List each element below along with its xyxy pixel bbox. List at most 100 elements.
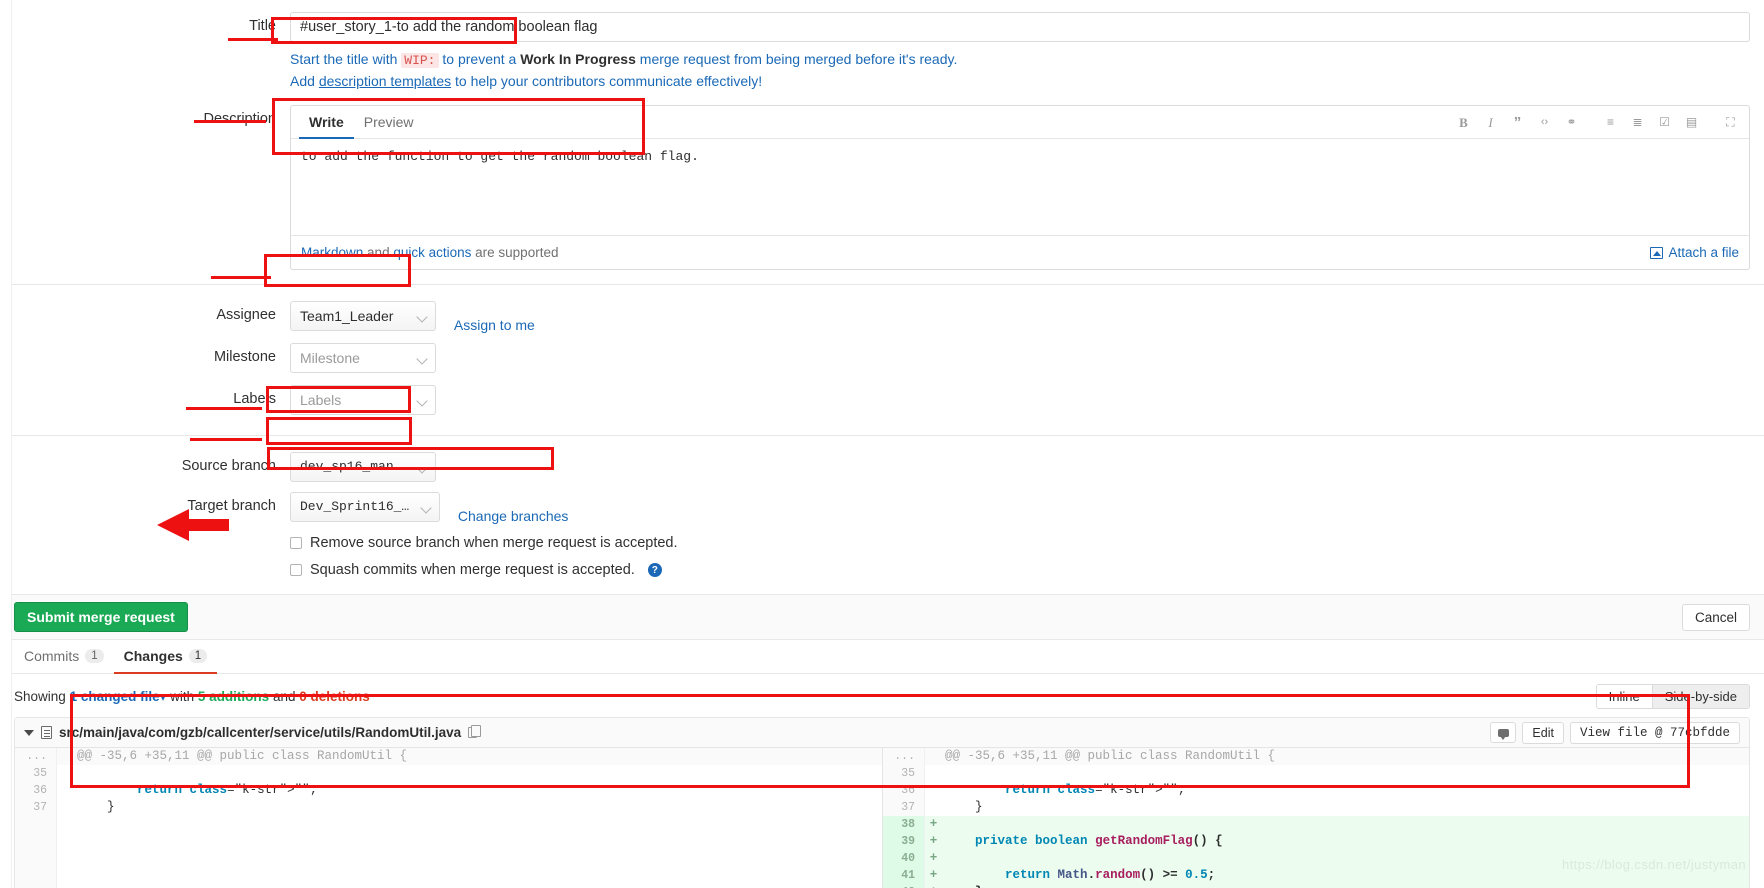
diff-line-sign xyxy=(57,850,74,867)
source-branch-select[interactable]: dev_sp16_man xyxy=(290,452,436,482)
labels-select[interactable]: Labels xyxy=(290,385,436,415)
squash-commits-spacer xyxy=(0,560,290,566)
diff-line[interactable]: 36 return class="k-str">""; xyxy=(15,782,882,799)
diff-line[interactable]: ... @@ -35,6 +35,11 @@ public class Rando… xyxy=(15,748,882,765)
description-row: Description Write Preview B I ” ‹› ⚭ ≡ ≣… xyxy=(0,105,1764,270)
deletions-count: 0 deletions xyxy=(299,688,370,704)
remove-source-branch-checkbox-row[interactable]: Remove source branch when merge request … xyxy=(290,533,1764,551)
tab-preview[interactable]: Preview xyxy=(354,106,424,139)
diff-line[interactable]: 36 return class="k-str">""; xyxy=(883,782,1749,799)
attach-file-icon xyxy=(1650,246,1664,259)
diff-line-number xyxy=(15,884,57,888)
milestone-select[interactable]: Milestone xyxy=(290,343,436,373)
annotation-underline-assignee xyxy=(211,276,271,279)
diff-line[interactable]: 35 xyxy=(15,765,882,782)
squash-commits-checkbox[interactable] xyxy=(290,564,302,576)
labels-value: Labels xyxy=(300,392,342,408)
diff-line-code: return class="k-str">""; xyxy=(1005,783,1186,797)
tab-write[interactable]: Write xyxy=(299,106,354,139)
code-icon[interactable]: ‹› xyxy=(1538,115,1551,129)
diff-line[interactable]: 40 + xyxy=(883,850,1749,867)
bulleted-list-icon[interactable]: ≡ xyxy=(1604,115,1617,129)
link-icon[interactable]: ⚭ xyxy=(1565,115,1578,129)
quick-actions-link[interactable]: quick actions xyxy=(393,245,471,260)
title-row: Title Start the title with WIP: to preve… xyxy=(0,0,1764,91)
diff-line-sign xyxy=(57,799,74,816)
diff-line[interactable]: 37 } xyxy=(15,799,882,816)
changed-file-caret[interactable]: ▾ xyxy=(160,689,167,704)
help-icon[interactable]: ? xyxy=(647,563,662,577)
diff-line[interactable]: 35 xyxy=(883,765,1749,782)
diff-line[interactable]: 41 + return Math.random() >= 0.5; xyxy=(883,867,1749,884)
assignee-select[interactable]: Team1_Leader xyxy=(290,301,436,331)
diff-summary-row: Showing 1 changed file▾ with 5 additions… xyxy=(0,674,1764,717)
diff-line[interactable] xyxy=(15,833,882,850)
diff-body: ... @@ -35,6 +35,11 @@ public class Rando… xyxy=(15,748,1749,888)
diff-line[interactable]: 39 + private boolean getRandomFlag() { xyxy=(883,833,1749,850)
bold-icon[interactable]: B xyxy=(1457,115,1470,129)
labels-row: Labels Labels xyxy=(0,385,1764,417)
assignee-label: Assignee xyxy=(216,307,276,323)
quote-icon[interactable]: ” xyxy=(1511,115,1524,130)
remove-source-branch-row: Remove source branch when merge request … xyxy=(0,533,1764,551)
diff-line-sign: + xyxy=(929,817,938,831)
diff-line-number xyxy=(15,850,57,867)
target-branch-select[interactable]: Dev_Sprint16_Kid xyxy=(290,492,440,522)
diff-line[interactable]: 37 } xyxy=(883,799,1749,816)
change-branches-link[interactable]: Change branches xyxy=(458,508,569,524)
page-left-gutter xyxy=(0,0,12,888)
markdown-link[interactable]: Markdown xyxy=(301,245,363,260)
diff-line[interactable] xyxy=(15,867,882,884)
view-file-button[interactable]: View file @ 77cbfdde xyxy=(1569,721,1740,744)
description-textarea[interactable]: to add the function to get the random bo… xyxy=(291,139,1749,235)
diff-line-code xyxy=(942,816,1749,833)
merge-request-new-page: Title Start the title with WIP: to preve… xyxy=(0,0,1764,888)
description-templates-link[interactable]: description templates xyxy=(319,73,451,89)
collapse-toggle-icon[interactable] xyxy=(24,729,34,736)
showing-with: with xyxy=(170,688,195,704)
assign-to-me-link[interactable]: Assign to me xyxy=(454,317,535,333)
diff-line-code: } xyxy=(942,884,1749,888)
diff-comment-button[interactable] xyxy=(1490,722,1517,743)
title-input[interactable] xyxy=(290,12,1750,42)
numbered-list-icon[interactable]: ≣ xyxy=(1631,115,1644,129)
remove-source-spacer xyxy=(0,533,290,539)
changed-file-dropdown[interactable]: 1 changed file xyxy=(70,689,160,704)
diff-line-code: @@ -35,6 +35,11 @@ public class RandomUt… xyxy=(945,749,1276,763)
attach-file-button[interactable]: Attach a file xyxy=(1650,245,1739,260)
diff-line-sign xyxy=(925,765,942,782)
diff-line[interactable] xyxy=(15,850,882,867)
diff-line-number: 39 xyxy=(883,833,925,850)
diff-line-code: @@ -35,6 +35,11 @@ public class RandomUt… xyxy=(77,749,408,763)
diff-line-number: 38 xyxy=(883,816,925,833)
diff-line[interactable]: 42+ } xyxy=(883,884,1749,888)
markdown-editor-header: Write Preview B I ” ‹› ⚭ ≡ ≣ ☑ ▤ ⛶ xyxy=(291,106,1749,139)
tab-changes[interactable]: Changes 1 xyxy=(113,640,218,674)
diff-line[interactable]: ... @@ -35,6 +35,11 @@ public class Rando… xyxy=(883,748,1749,765)
submit-merge-request-button[interactable]: Submit merge request xyxy=(14,602,188,632)
tab-commits[interactable]: Commits 1 xyxy=(14,640,114,674)
remove-source-branch-checkbox[interactable] xyxy=(290,537,302,549)
target-branch-value: Dev_Sprint16_Kid xyxy=(300,499,425,514)
edit-file-button[interactable]: Edit xyxy=(1522,721,1564,744)
cancel-button[interactable]: Cancel xyxy=(1681,603,1750,631)
task-list-icon[interactable]: ☑ xyxy=(1658,115,1671,129)
diff-line-sign: + xyxy=(929,834,938,848)
copy-path-icon[interactable] xyxy=(468,725,482,738)
table-icon[interactable]: ▤ xyxy=(1685,115,1698,129)
inline-view-button[interactable]: Inline xyxy=(1596,685,1652,708)
italic-icon[interactable]: I xyxy=(1484,115,1497,129)
squash-commits-checkbox-row[interactable]: Squash commits when merge request is acc… xyxy=(290,560,1764,578)
showing-prefix: Showing xyxy=(14,688,66,704)
fullscreen-icon[interactable]: ⛶ xyxy=(1724,115,1737,129)
mr-tabs: Commits 1 Changes 1 xyxy=(0,640,1764,674)
diff-line-sign xyxy=(57,867,74,884)
diff-line[interactable] xyxy=(15,884,882,888)
diff-line[interactable] xyxy=(15,816,882,833)
description-label: Description xyxy=(203,111,276,127)
diff-line[interactable]: 38 + xyxy=(883,816,1749,833)
diff-line-code: return Math.random() >= 0.5; xyxy=(1005,868,1216,882)
side-by-side-view-button[interactable]: Side-by-side xyxy=(1651,685,1749,708)
diff-view-toggle: Inline Side-by-side xyxy=(1595,684,1750,709)
source-branch-value: dev_sp16_man xyxy=(300,459,394,474)
